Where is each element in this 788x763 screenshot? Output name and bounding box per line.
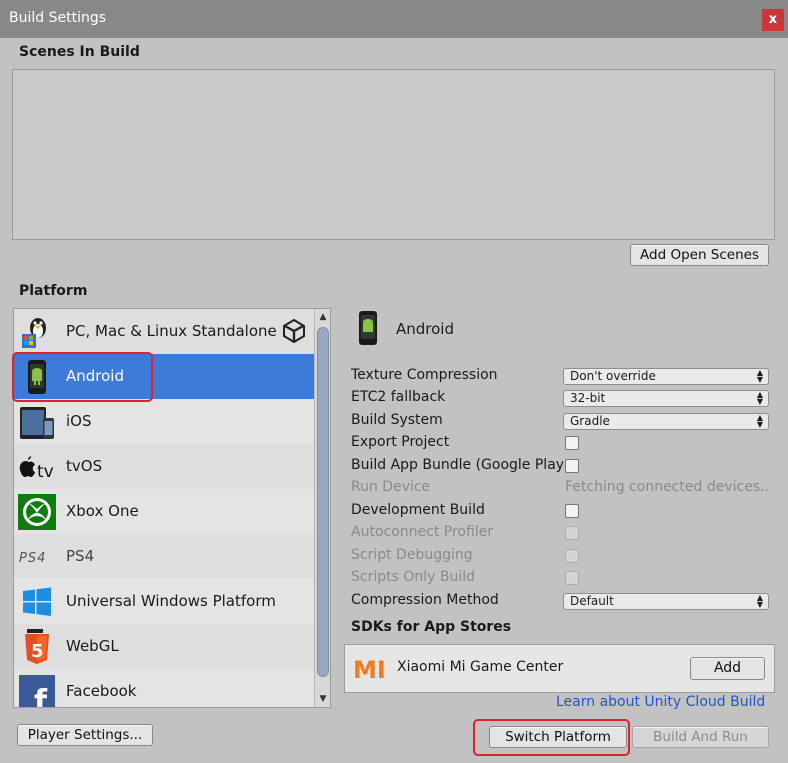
platform-item-label: tvOS — [66, 457, 103, 475]
export-project-label: Export Project — [351, 434, 450, 450]
run-device-label: Run Device — [351, 479, 431, 495]
ios-icon — [18, 404, 56, 440]
add-open-scenes-button[interactable]: Add Open Scenes — [630, 244, 769, 266]
platform-item-facebook[interactable]: f Facebook — [14, 669, 314, 708]
platform-item-tvos[interactable]: tv tvOS — [14, 444, 314, 489]
platform-item-label: Xbox One — [66, 502, 139, 520]
windows-icon — [18, 584, 56, 620]
scenes-list[interactable] — [12, 69, 775, 240]
dropdown-arrows-icon: ▲ ▼ — [756, 593, 763, 609]
texture-compression-label: Texture Compression — [351, 367, 498, 383]
platform-heading: Platform — [19, 283, 88, 299]
platform-item-label: Universal Windows Platform — [66, 592, 276, 610]
learn-cloud-build-link[interactable]: Learn about Unity Cloud Build — [556, 694, 765, 710]
build-app-bundle-label: Build App Bundle (Google Play — [351, 457, 563, 473]
selected-platform-title: Android — [396, 320, 454, 338]
platform-item-label: iOS — [66, 412, 92, 430]
ps4-icon: PS4 — [18, 539, 56, 575]
dropdown-arrows-icon: ▲ ▼ — [756, 368, 763, 384]
build-app-bundle-checkbox[interactable] — [565, 459, 579, 473]
platform-item-label: PS4 — [66, 547, 95, 565]
window-title: Build Settings — [9, 10, 107, 26]
android-header-icon — [355, 310, 381, 346]
script-debugging-label: Script Debugging — [351, 547, 473, 563]
tvos-wordmark: tv — [37, 462, 54, 482]
android-highlight-box — [12, 352, 153, 402]
platform-item-pc[interactable]: PC, Mac & Linux Standalone — [14, 309, 314, 354]
dropdown-value: 32-bit — [570, 391, 606, 405]
platform-item-label: PC, Mac & Linux Standalone — [66, 322, 277, 340]
export-project-checkbox[interactable] — [565, 436, 579, 450]
script-debugging-checkbox[interactable] — [565, 549, 579, 563]
platform-item-webgl[interactable]: 5 WebGL — [14, 624, 314, 669]
dropdown-arrows-icon: ▲ ▼ — [756, 413, 763, 429]
autoconnect-profiler-label: Autoconnect Profiler — [351, 524, 494, 540]
platform-item-xbox-one[interactable]: Xbox One — [14, 489, 314, 534]
xiaomi-logo-icon: MI — [353, 656, 387, 684]
html5-icon: 5 — [18, 629, 56, 665]
development-build-checkbox[interactable] — [565, 504, 579, 518]
dropdown-value: Default — [570, 594, 614, 608]
run-device-status: Fetching connected devices.. — [565, 479, 769, 495]
sdk-name: Xiaomi Mi Game Center — [397, 659, 564, 675]
scroll-down-icon[interactable]: ▼ — [315, 691, 330, 707]
autoconnect-profiler-checkbox[interactable] — [565, 526, 579, 540]
build-system-label: Build System — [351, 412, 443, 428]
platform-item-ps4[interactable]: PS4 PS4 — [14, 534, 314, 579]
build-and-run-button[interactable]: Build And Run — [632, 726, 769, 748]
facebook-glyph: f — [34, 684, 48, 708]
scrollbar-thumb[interactable] — [317, 327, 329, 677]
dropdown-value: Gradle — [570, 414, 610, 428]
title-bar: Build Settings x — [0, 0, 788, 38]
compression-method-label: Compression Method — [351, 592, 499, 608]
development-build-label: Development Build — [351, 502, 485, 518]
add-sdk-button[interactable]: Add — [690, 657, 765, 680]
scripts-only-build-checkbox[interactable] — [565, 571, 579, 585]
compression-method-dropdown[interactable]: Default ▲ ▼ — [563, 593, 769, 610]
build-system-dropdown[interactable]: Gradle ▲ ▼ — [563, 413, 769, 430]
platform-item-ios[interactable]: iOS — [14, 399, 314, 444]
etc2-fallback-label: ETC2 fallback — [351, 389, 446, 405]
tvos-icon: tv — [18, 449, 56, 485]
platform-list-scrollbar[interactable]: ▲ ▼ — [314, 309, 330, 707]
xbox-icon — [18, 494, 56, 530]
sdks-heading: SDKs for App Stores — [351, 619, 512, 635]
dropdown-value: Don't override — [570, 369, 656, 383]
etc2-fallback-dropdown[interactable]: 32-bit ▲ ▼ — [563, 390, 769, 407]
scenes-in-build-heading: Scenes In Build — [19, 44, 140, 60]
pc-mac-linux-icon — [18, 314, 56, 350]
facebook-icon: f — [18, 674, 56, 708]
sdk-list: MI Xiaomi Mi Game Center Add — [344, 644, 775, 693]
html5-glyph: 5 — [31, 641, 44, 662]
scripts-only-build-label: Scripts Only Build — [351, 569, 476, 585]
xiaomi-logo-text: MI — [353, 656, 386, 682]
platform-item-label: WebGL — [66, 637, 119, 655]
unity-logo-icon — [282, 318, 306, 344]
player-settings-button[interactable]: Player Settings... — [17, 724, 153, 746]
close-button[interactable]: x — [762, 9, 784, 31]
switch-platform-highlight-box — [473, 719, 630, 756]
texture-compression-dropdown[interactable]: Don't override ▲ ▼ — [563, 368, 769, 385]
ps4-wordmark: PS4 — [19, 551, 46, 566]
scroll-up-icon[interactable]: ▲ — [315, 309, 330, 325]
platform-item-label: Facebook — [66, 682, 137, 700]
dropdown-arrows-icon: ▲ ▼ — [756, 390, 763, 406]
platform-item-uwp[interactable]: Universal Windows Platform — [14, 579, 314, 624]
